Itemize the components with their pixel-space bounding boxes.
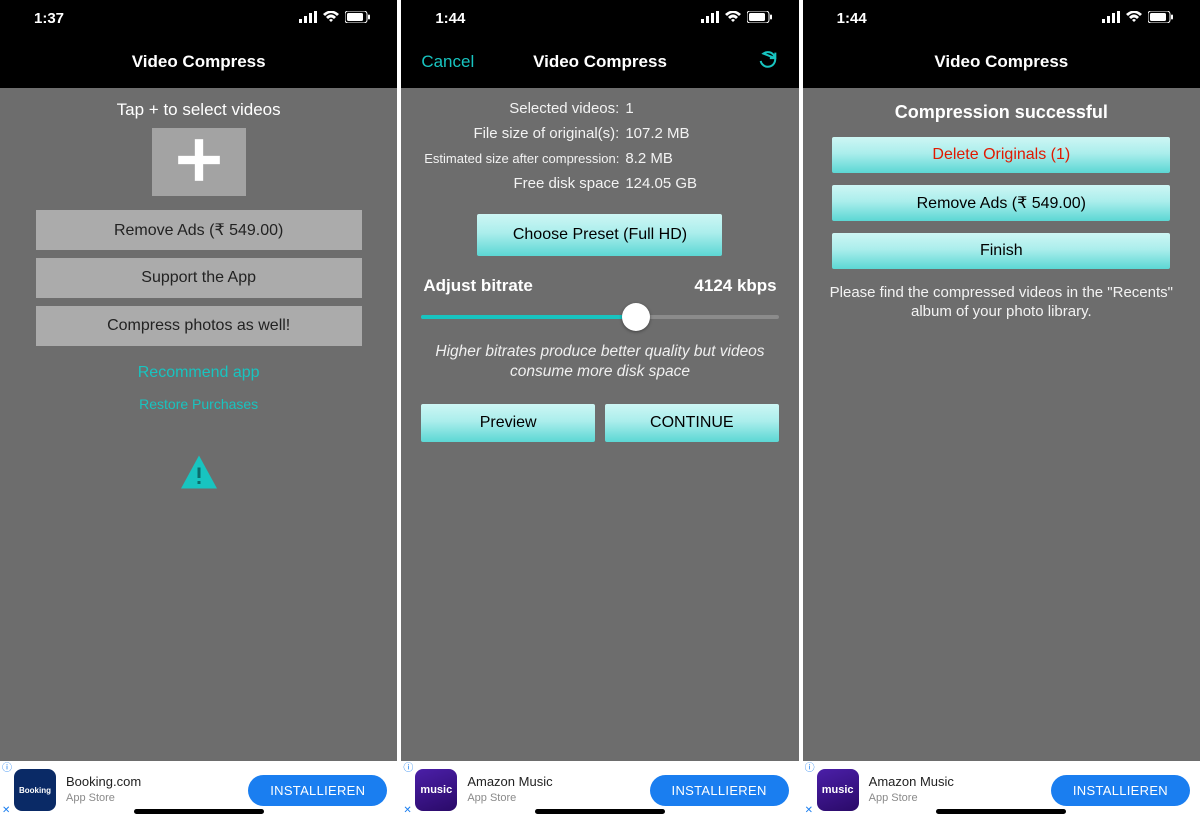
free-space-label: Free disk space	[421, 171, 625, 196]
nav-bar: Video Compress	[0, 36, 397, 88]
ad-app-icon: Booking	[14, 769, 56, 811]
action-row: Preview CONTINUE	[421, 404, 778, 442]
ad-subtitle: App Store	[66, 790, 141, 806]
ad-subtitle: App Store	[869, 790, 954, 806]
cancel-button[interactable]: Cancel	[421, 52, 474, 72]
remove-ads-button[interactable]: Remove Ads (₹ 549.00)	[36, 210, 362, 250]
ad-app-icon: music	[817, 769, 859, 811]
refresh-button[interactable]	[757, 49, 779, 76]
signal-icon	[1102, 10, 1120, 27]
status-time: 1:44	[837, 10, 867, 27]
preview-button[interactable]: Preview	[421, 404, 595, 442]
success-content: Compression successful Delete Originals …	[803, 88, 1200, 761]
ad-title: Amazon Music	[467, 774, 552, 790]
bitrate-slider[interactable]	[421, 302, 778, 332]
selected-label: Selected videos:	[421, 96, 625, 121]
ad-text: Amazon Music App Store	[467, 774, 552, 806]
recommend-link[interactable]: Recommend app	[138, 364, 260, 382]
status-icons	[1102, 10, 1174, 27]
page-title: Video Compress	[132, 52, 266, 72]
home-indicator[interactable]	[936, 809, 1066, 814]
free-space-value: 124.05 GB	[625, 171, 697, 196]
ad-close-icon[interactable]: ✕	[805, 806, 813, 816]
continue-button[interactable]: CONTINUE	[605, 404, 779, 442]
settings-content: Selected videos:1 File size of original(…	[401, 88, 798, 761]
compress-photos-button[interactable]: Compress photos as well!	[36, 306, 362, 346]
estimated-size-label: Estimated size after compression:	[421, 146, 625, 171]
status-icons	[299, 10, 371, 27]
wifi-icon	[725, 10, 741, 27]
warning-icon[interactable]	[181, 454, 217, 495]
screen-success: 1:44 Video Compress Compression successf…	[803, 0, 1200, 819]
page-title: Video Compress	[533, 52, 667, 72]
screen-home: 1:37 Video Compress Tap + to select vide…	[0, 0, 397, 819]
bitrate-value: 4124 kbps	[694, 276, 776, 296]
slider-fill	[421, 315, 635, 319]
signal-icon	[701, 10, 719, 27]
status-icons	[701, 10, 773, 27]
home-content: Tap + to select videos Remove Ads (₹ 549…	[0, 88, 397, 761]
ad-title: Amazon Music	[869, 774, 954, 790]
support-app-button[interactable]: Support the App	[36, 258, 362, 298]
info-block: Selected videos:1 File size of original(…	[421, 96, 778, 196]
wifi-icon	[323, 10, 339, 27]
home-indicator[interactable]	[535, 809, 665, 814]
ad-text: Amazon Music App Store	[869, 774, 954, 806]
ad-info-icon[interactable]: ⓘ	[403, 764, 413, 774]
select-hint: Tap + to select videos	[117, 100, 281, 120]
wifi-icon	[1126, 10, 1142, 27]
screen-settings: 1:44 Cancel Video Compress Selected vide…	[401, 0, 798, 819]
home-indicator[interactable]	[134, 809, 264, 814]
bitrate-row: Adjust bitrate 4124 kbps	[421, 276, 778, 296]
signal-icon	[299, 10, 317, 27]
bitrate-hint: Higher bitrates produce better quality b…	[421, 342, 778, 382]
original-size-label: File size of original(s):	[421, 121, 625, 146]
ad-title: Booking.com	[66, 774, 141, 790]
ad-info-icon[interactable]: ⓘ	[2, 764, 12, 774]
estimated-size-value: 8.2 MB	[625, 146, 673, 171]
ad-close-icon[interactable]: ✕	[2, 806, 10, 816]
status-bar: 1:44	[401, 0, 798, 36]
status-bar: 1:44	[803, 0, 1200, 36]
ad-install-button[interactable]: INSTALLIEREN	[1051, 775, 1190, 806]
success-note: Please find the compressed videos in the…	[823, 283, 1180, 321]
ad-subtitle: App Store	[467, 790, 552, 806]
bitrate-label: Adjust bitrate	[423, 276, 533, 296]
ad-install-button[interactable]: INSTALLIEREN	[248, 775, 387, 806]
ad-info-icon[interactable]: ⓘ	[805, 764, 815, 774]
page-title: Video Compress	[934, 52, 1068, 72]
battery-icon	[747, 10, 773, 27]
plus-icon	[174, 135, 224, 190]
ad-text: Booking.com App Store	[66, 774, 141, 806]
battery-icon	[1148, 10, 1174, 27]
slider-thumb[interactable]	[622, 303, 650, 331]
delete-originals-button[interactable]: Delete Originals (1)	[832, 137, 1170, 173]
add-videos-button[interactable]	[152, 128, 246, 196]
success-title: Compression successful	[895, 102, 1108, 123]
choose-preset-button[interactable]: Choose Preset (Full HD)	[477, 214, 722, 256]
finish-button[interactable]: Finish	[832, 233, 1170, 269]
selected-value: 1	[625, 96, 633, 121]
battery-icon	[345, 10, 371, 27]
restore-purchases-link[interactable]: Restore Purchases	[139, 396, 258, 412]
remove-ads-button[interactable]: Remove Ads (₹ 549.00)	[832, 185, 1170, 221]
ad-close-icon[interactable]: ✕	[403, 806, 411, 816]
status-time: 1:37	[34, 10, 64, 27]
ad-app-icon: music	[415, 769, 457, 811]
nav-bar: Cancel Video Compress	[401, 36, 798, 88]
status-bar: 1:37	[0, 0, 397, 36]
nav-bar: Video Compress	[803, 36, 1200, 88]
original-size-value: 107.2 MB	[625, 121, 689, 146]
status-time: 1:44	[435, 10, 465, 27]
ad-install-button[interactable]: INSTALLIEREN	[650, 775, 789, 806]
